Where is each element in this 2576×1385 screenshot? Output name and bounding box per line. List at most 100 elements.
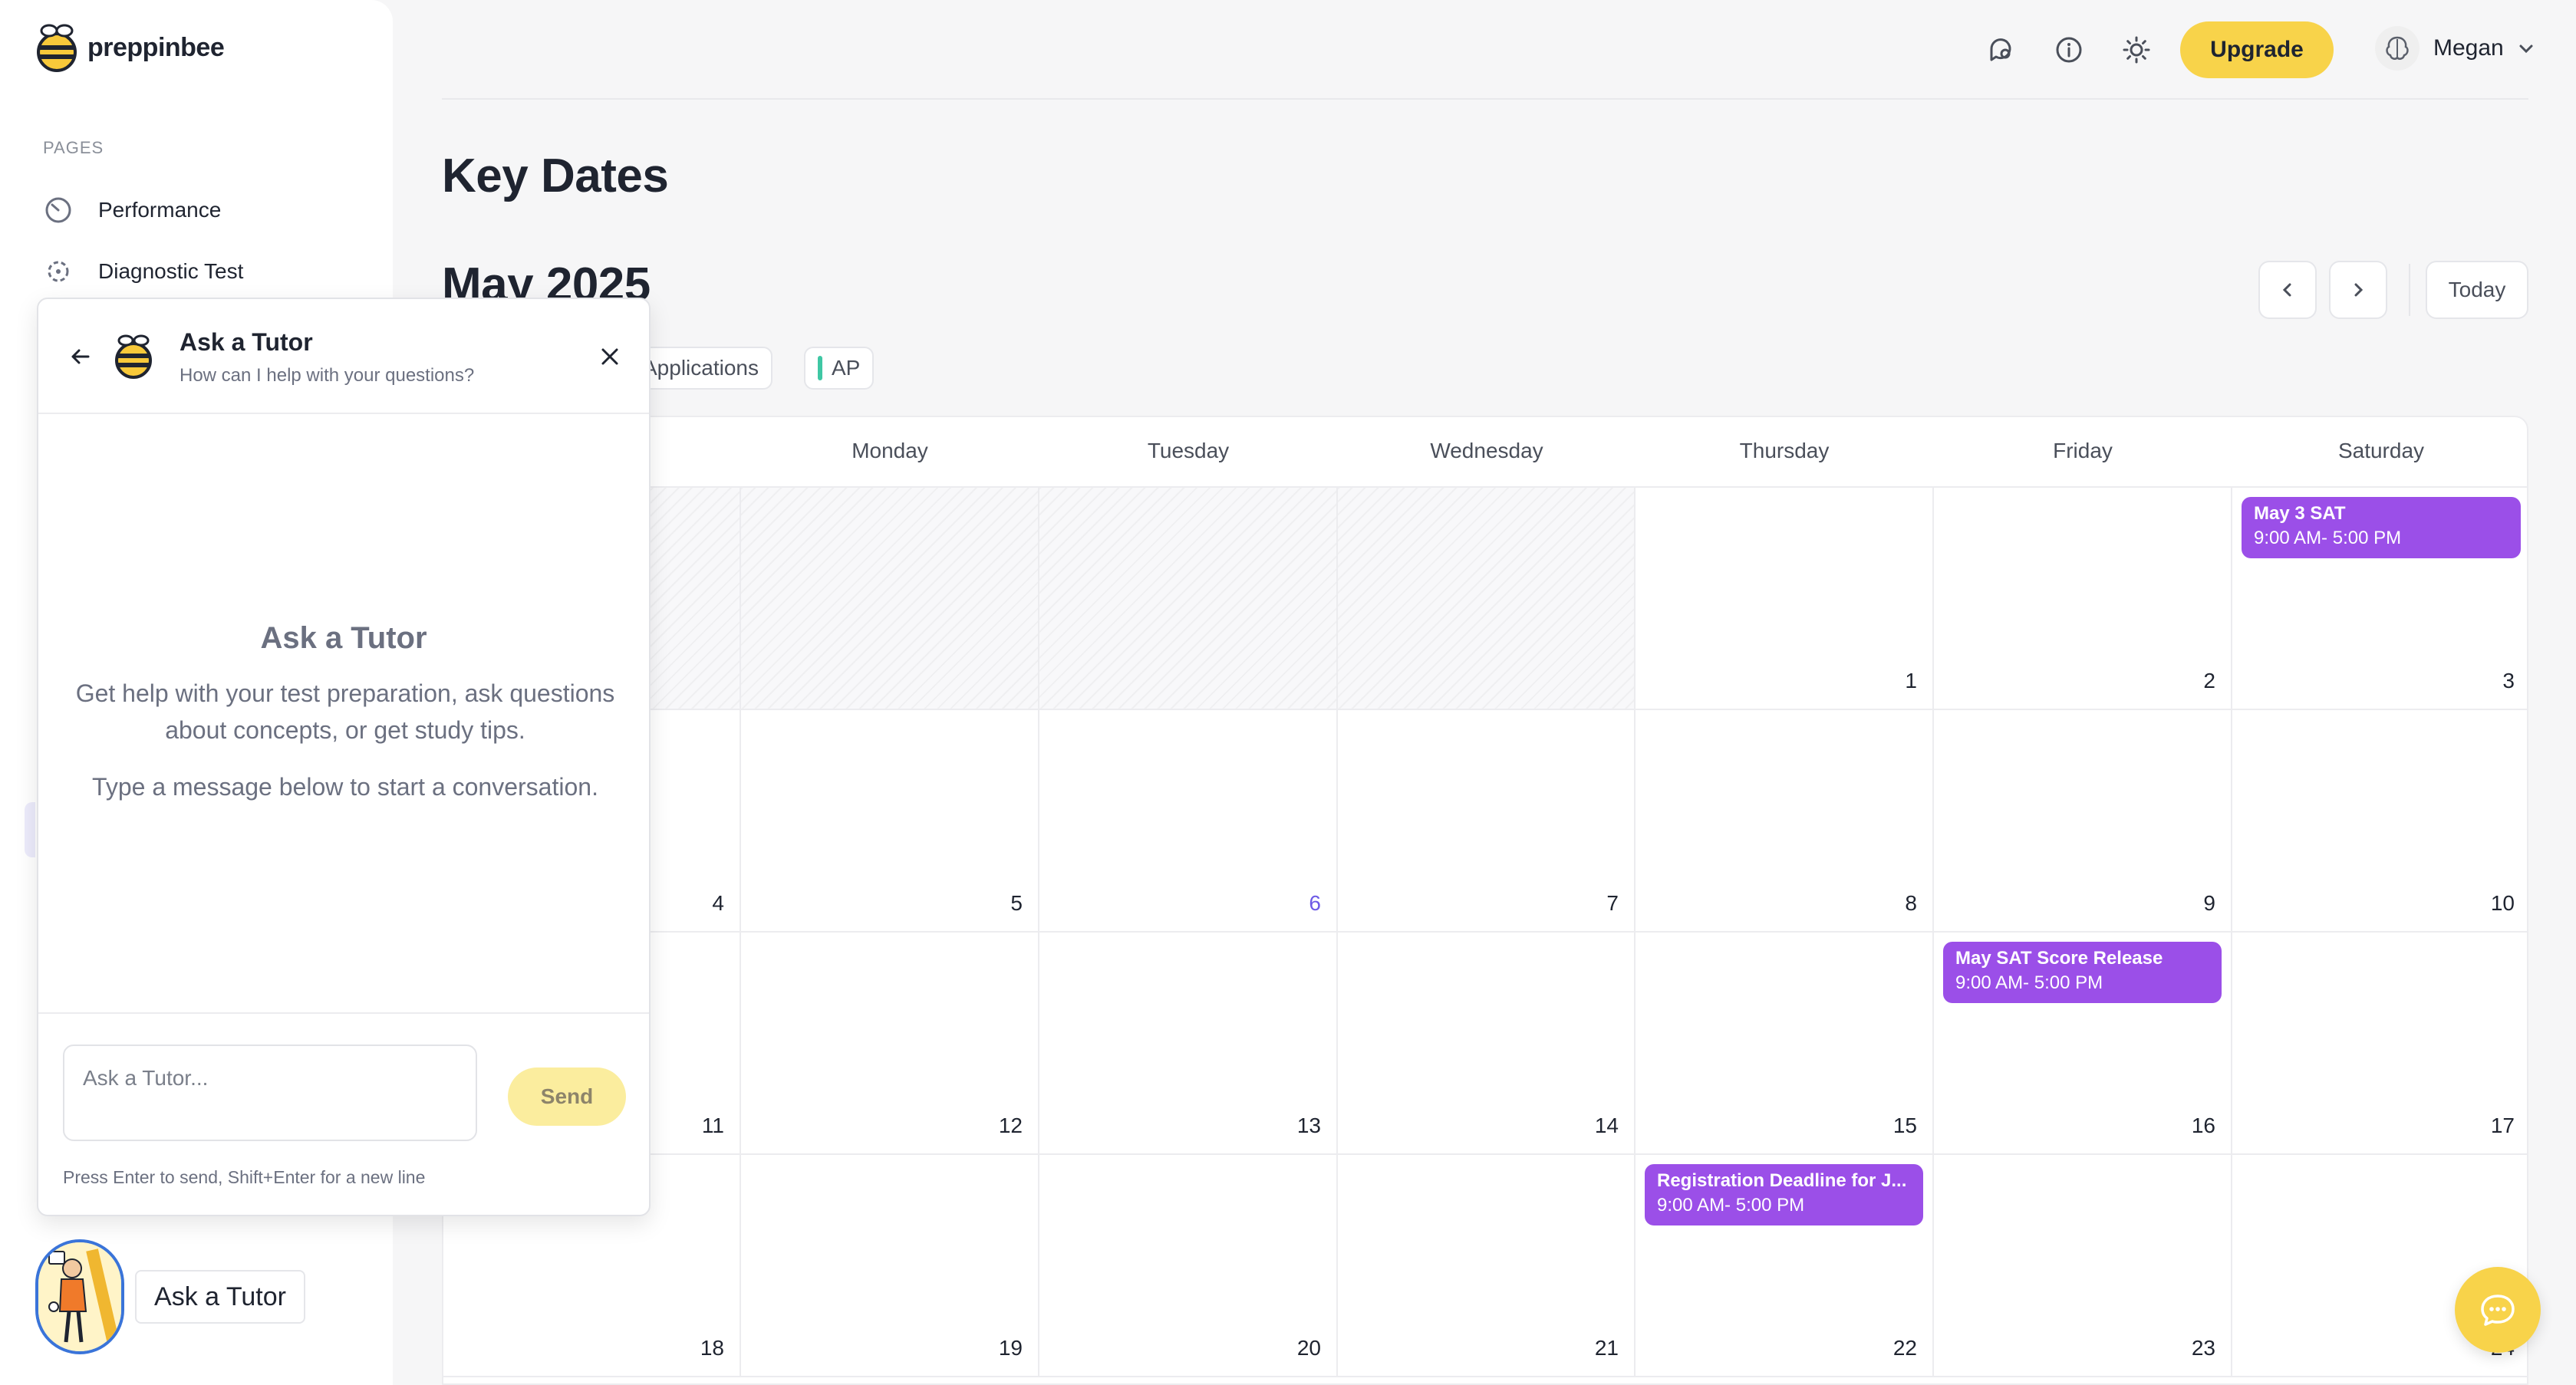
day-number: 8 — [1905, 891, 1917, 915]
day-number: 17 — [2490, 1114, 2515, 1137]
day-number: 10 — [2490, 891, 2515, 915]
calendar-day-cell[interactable]: 7 — [1338, 710, 1636, 933]
back-button[interactable] — [61, 337, 100, 376]
user-name: Megan — [2433, 35, 2504, 61]
brand-name: preppinbee — [87, 32, 225, 62]
chat-title: Ask a Tutor — [180, 328, 313, 356]
calendar-event[interactable]: May 3 SAT 9:00 AM- 5:00 PM — [2242, 497, 2521, 558]
arrow-left-icon — [71, 349, 90, 364]
calendar-day-cell[interactable]: 21 — [1338, 1155, 1636, 1377]
chat-message-input[interactable] — [63, 1045, 477, 1141]
page-title: Key Dates — [442, 150, 669, 202]
target-icon — [43, 256, 74, 287]
day-header-monday: Monday — [852, 439, 928, 462]
chip-label: AP — [832, 356, 861, 380]
search-chat-button[interactable] — [1982, 31, 2021, 69]
bee-logo-icon — [37, 24, 77, 72]
calendar-day-cell[interactable]: 1 — [1636, 488, 1934, 710]
calendar-day-cell[interactable]: 14 — [1338, 933, 1636, 1155]
theme-toggle-button[interactable] — [2117, 31, 2156, 69]
header-divider — [442, 98, 2528, 100]
pages-section-label: PAGES — [43, 138, 104, 157]
avatar — [2375, 26, 2420, 71]
day-number: 7 — [1606, 891, 1619, 915]
day-number: 16 — [2191, 1114, 2215, 1137]
gauge-icon — [43, 195, 74, 225]
calendar-day-cell[interactable]: May 3 SAT 9:00 AM- 5:00 PM 3 — [2232, 488, 2527, 710]
event-title: May SAT Score Release — [1955, 948, 2163, 969]
day-number: 20 — [1296, 1336, 1321, 1360]
calendar-day-cell[interactable]: 19 — [741, 1155, 1039, 1377]
filter-chip-ap[interactable]: AP — [804, 347, 875, 390]
calendar-header: Monday Tuesday Wednesday Thursday Friday… — [443, 417, 2527, 488]
close-icon — [601, 348, 618, 365]
day-number: 2 — [2203, 669, 2215, 692]
day-number: 18 — [700, 1336, 724, 1360]
chat-empty-description: Get help with your test preparation, ask… — [75, 679, 615, 744]
calendar-day-cell-today[interactable]: 6 — [1039, 710, 1338, 933]
bee-logo-icon — [115, 334, 152, 379]
day-number: 12 — [998, 1114, 1023, 1137]
day-number: 13 — [1296, 1114, 1321, 1137]
chat-keyboard-hint: Press Enter to send, Shift+Enter for a n… — [63, 1167, 426, 1187]
brain-icon — [2386, 36, 2409, 60]
calendar-day-cell[interactable]: 15 — [1636, 933, 1934, 1155]
calendar-day-cell — [1039, 488, 1338, 710]
day-header-wednesday: Wednesday — [1430, 439, 1543, 462]
day-number: 11 — [701, 1114, 724, 1137]
toolbar-divider — [2409, 264, 2410, 316]
day-number: 5 — [1010, 891, 1023, 915]
day-number: 22 — [1892, 1336, 1917, 1360]
upgrade-button[interactable]: Upgrade — [2180, 21, 2334, 78]
chat-bubble-icon — [2481, 1295, 2515, 1326]
filter-chip-applications[interactable]: Applications — [629, 347, 772, 390]
day-number: 23 — [2191, 1336, 2215, 1360]
sidebar-active-indicator — [25, 802, 35, 857]
day-header-saturday: Saturday — [2337, 439, 2425, 462]
day-header-tuesday: Tuesday — [1147, 439, 1230, 462]
calendar-day-cell[interactable]: 20 — [1039, 1155, 1338, 1377]
open-chat-button[interactable] — [2455, 1267, 2541, 1353]
calendar-day-cell[interactable]: 5 — [741, 710, 1039, 933]
day-number: 9 — [2203, 891, 2215, 915]
calendar-day-cell — [1338, 488, 1636, 710]
tutor-character-icon — [38, 1242, 121, 1351]
calendar-day-cell[interactable]: 8 — [1636, 710, 1934, 933]
calendar-day-cell[interactable]: 23 — [1934, 1155, 2232, 1377]
ask-tutor-label[interactable]: Ask a Tutor — [135, 1270, 305, 1324]
sidebar-item-performance[interactable]: Performance — [43, 195, 221, 225]
day-number: 19 — [998, 1336, 1023, 1360]
tutor-avatar-button[interactable] — [35, 1239, 124, 1354]
chat-header: Ask a Tutor How can I help with your que… — [38, 299, 649, 414]
calendar-day-cell[interactable]: Registration Deadline for J... 9:00 AM- … — [1636, 1155, 1934, 1377]
calendar-day-cell — [741, 488, 1039, 710]
next-month-button[interactable] — [2329, 261, 2387, 319]
calendar-day-cell[interactable]: 10 — [2232, 710, 2527, 933]
calendar-day-cell[interactable]: 2 — [1934, 488, 2232, 710]
calendar-event[interactable]: May SAT Score Release 9:00 AM- 5:00 PM — [1943, 942, 2222, 1003]
sidebar-item-label: Diagnostic Test — [98, 259, 244, 283]
calendar-day-cell[interactable]: 12 — [741, 933, 1039, 1155]
day-header-friday: Friday — [2053, 439, 2113, 462]
info-button[interactable] — [2050, 31, 2088, 69]
chat-bee-logo — [112, 331, 155, 384]
today-button[interactable]: Today — [2426, 261, 2528, 319]
send-button[interactable]: Send — [508, 1068, 626, 1126]
sidebar-item-diagnostic-test[interactable]: Diagnostic Test — [43, 256, 243, 287]
chat-empty-title: Ask a Tutor — [260, 621, 427, 655]
user-menu[interactable]: Megan — [2375, 26, 2535, 71]
prev-month-button[interactable] — [2258, 261, 2317, 319]
calendar-day-cell[interactable]: May SAT Score Release 9:00 AM- 5:00 PM 1… — [1934, 933, 2232, 1155]
day-number: 21 — [1594, 1336, 1619, 1360]
chip-label: Applications — [643, 356, 759, 380]
day-number: 4 — [712, 891, 724, 915]
close-button[interactable] — [591, 337, 629, 376]
calendar-day-cell[interactable]: 9 — [1934, 710, 2232, 933]
calendar-event[interactable]: Registration Deadline for J... 9:00 AM- … — [1645, 1164, 1923, 1225]
day-header-thursday: Thursday — [1739, 439, 1830, 462]
chat-subtitle: How can I help with your questions? — [180, 365, 475, 386]
brand-logo[interactable]: preppinbee — [35, 23, 225, 72]
calendar-day-cell[interactable]: 17 — [2232, 933, 2527, 1155]
calendar-day-cell[interactable]: 13 — [1039, 933, 1338, 1155]
day-number: 14 — [1594, 1114, 1619, 1137]
